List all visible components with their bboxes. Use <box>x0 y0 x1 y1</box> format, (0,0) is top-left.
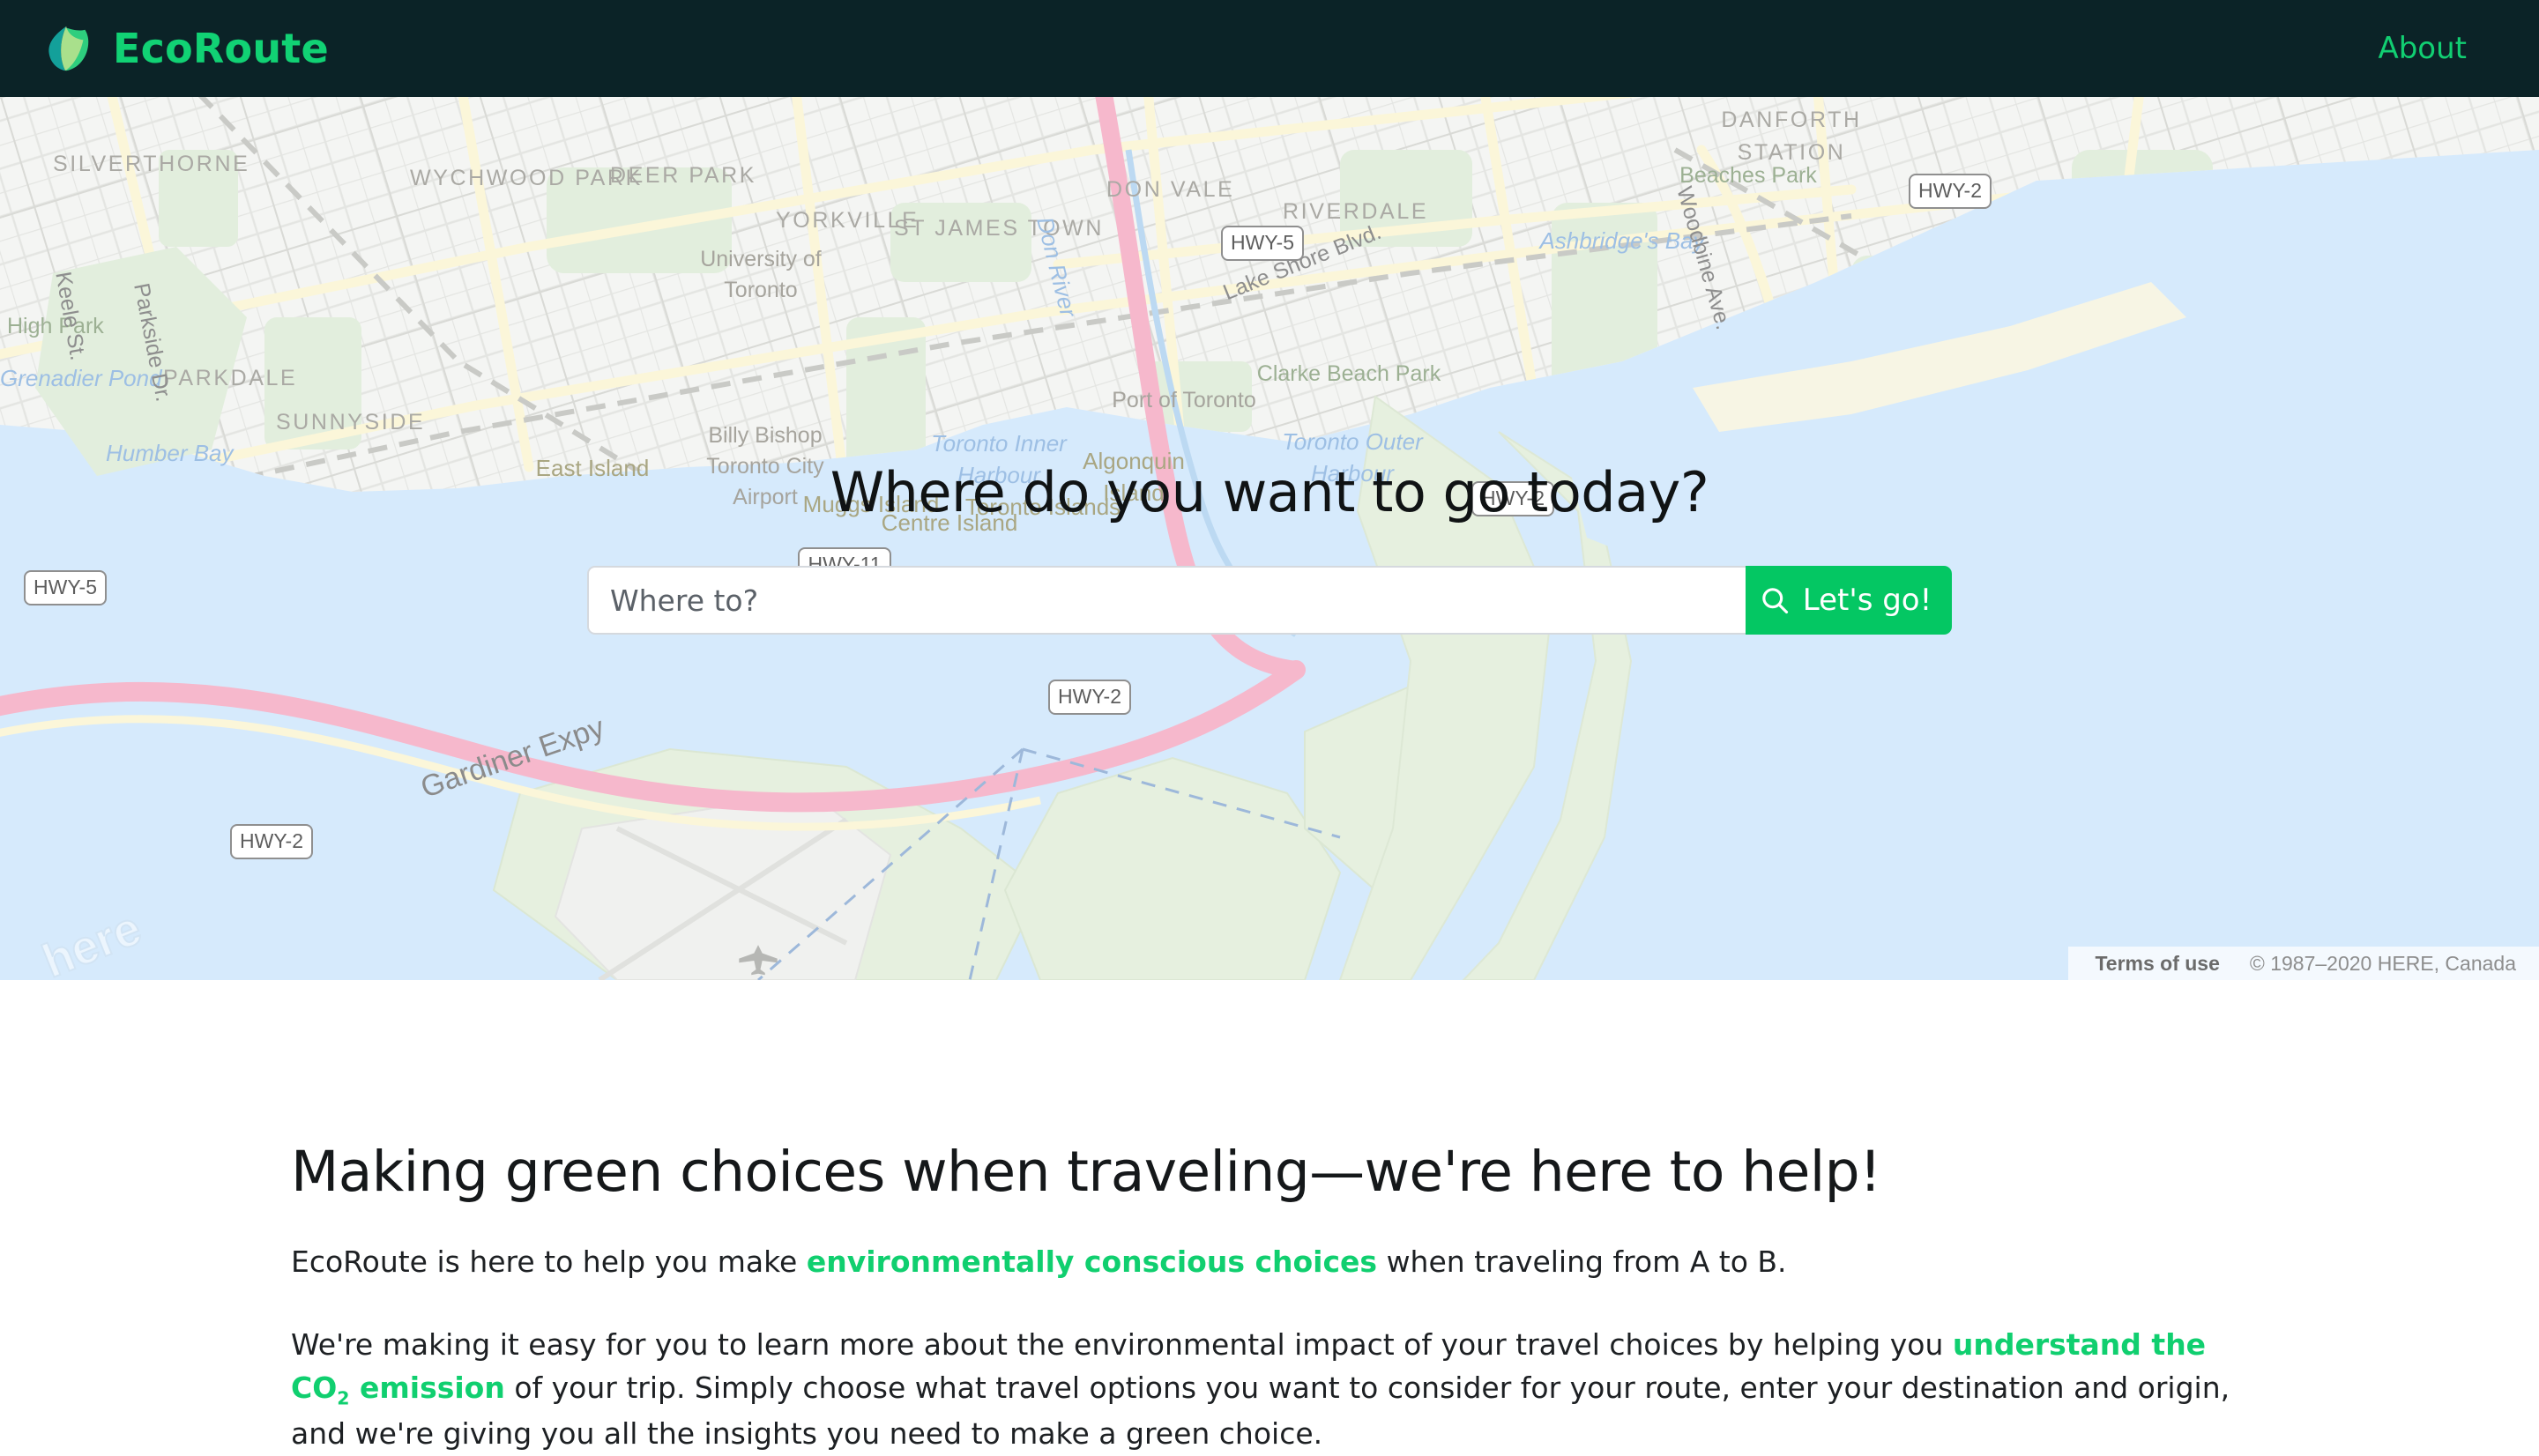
svg-text:Toronto Outer: Toronto Outer <box>1282 428 1424 455</box>
svg-text:Ashbridge's Bay: Ashbridge's Bay <box>1538 227 1706 254</box>
svg-text:Grenadier Pond: Grenadier Pond <box>0 365 163 391</box>
svg-text:HWY-2: HWY-2 <box>240 829 303 852</box>
intro-section: Making green choices when traveling—we'r… <box>0 980 2539 1451</box>
p2-after: of your trip. Simply choose what travel … <box>291 1371 2230 1452</box>
svg-text:Toronto Inner: Toronto Inner <box>931 430 1068 457</box>
eco-choices-link[interactable]: environmentally conscious choices <box>807 1244 1377 1279</box>
svg-text:HWY-5: HWY-5 <box>1231 231 1294 254</box>
svg-text:Airport: Airport <box>733 485 798 509</box>
site-header: EcoRoute About <box>0 0 2539 97</box>
lets-go-button[interactable]: Let's go! <box>1746 566 1952 635</box>
search-form: Let's go! <box>587 566 1952 635</box>
svg-text:Clarke Beach Park: Clarke Beach Park <box>1257 361 1441 386</box>
svg-text:HWY-2: HWY-2 <box>1058 685 1121 708</box>
intro-paragraph-1: EcoRoute is here to help you make enviro… <box>291 1240 2248 1284</box>
svg-text:DON VALE: DON VALE <box>1106 177 1234 202</box>
brand-name: EcoRoute <box>113 25 329 72</box>
map-copyright: © 1987–2020 HERE, Canada <box>2249 951 2516 975</box>
svg-text:DEER PARK: DEER PARK <box>610 163 756 188</box>
svg-text:Billy Bishop: Billy Bishop <box>708 423 822 448</box>
co2-link-suffix: emission <box>349 1371 505 1406</box>
svg-text:East Island: East Island <box>536 455 650 481</box>
leaf-icon <box>48 26 89 71</box>
svg-text:Algonquin: Algonquin <box>1083 448 1185 474</box>
svg-text:High Park: High Park <box>7 314 104 338</box>
brand-logo[interactable]: EcoRoute <box>41 21 329 76</box>
svg-text:SUNNYSIDE: SUNNYSIDE <box>276 410 425 435</box>
terms-of-use-link[interactable]: Terms of use <box>2095 952 2219 976</box>
p1-after: when traveling from A to B. <box>1377 1244 1787 1280</box>
search-icon <box>1762 588 1788 614</box>
map-canvas[interactable]: SILVERTHORNE WYCHWOOD PARK DEER PARK DON… <box>0 97 2539 980</box>
svg-text:Toronto City: Toronto City <box>706 454 824 479</box>
svg-text:Island: Island <box>1103 479 1164 506</box>
map-graphic: SILVERTHORNE WYCHWOOD PARK DEER PARK DON… <box>0 97 2539 980</box>
svg-text:PARKDALE: PARKDALE <box>163 366 297 390</box>
p2-before: We're making it easy for you to learn mo… <box>291 1326 1953 1362</box>
svg-text:Harbour: Harbour <box>1311 460 1395 487</box>
p1-before: EcoRoute is here to help you make <box>291 1244 807 1280</box>
section-heading: Making green choices when traveling—we'r… <box>291 1140 1881 1204</box>
svg-text:Humber Bay: Humber Bay <box>106 440 235 466</box>
svg-text:WYCHWOOD PARK: WYCHWOOD PARK <box>410 166 643 190</box>
svg-text:SILVERTHORNE: SILVERTHORNE <box>53 152 249 176</box>
svg-text:Beaches Park: Beaches Park <box>1679 163 1817 188</box>
main-nav: About <box>2378 31 2498 66</box>
svg-text:HWY-5: HWY-5 <box>34 576 97 598</box>
svg-text:DANFORTH: DANFORTH <box>1721 108 1861 132</box>
svg-text:ST JAMES TOWN: ST JAMES TOWN <box>894 216 1104 241</box>
svg-text:STATION: STATION <box>1738 140 1846 165</box>
svg-text:University of: University of <box>700 247 822 271</box>
svg-text:HWY-2: HWY-2 <box>1918 179 1982 202</box>
search-input[interactable] <box>587 566 1746 635</box>
svg-text:RIVERDALE: RIVERDALE <box>1283 199 1428 224</box>
svg-text:Harbour: Harbour <box>957 462 1041 488</box>
svg-text:Toronto: Toronto <box>724 278 797 302</box>
nav-link-about[interactable]: About <box>2378 31 2467 66</box>
intro-paragraph-2: We're making it easy for you to learn mo… <box>291 1323 2248 1456</box>
map-attribution: Terms of use © 1987–2020 HERE, Canada <box>2068 947 2539 980</box>
svg-text:Centre Island: Centre Island <box>882 509 1018 536</box>
lets-go-label: Let's go! <box>1802 583 1932 618</box>
svg-text:Port of Toronto: Port of Toronto <box>1112 388 1256 412</box>
svg-text:HWY-2: HWY-2 <box>1481 487 1545 509</box>
co2-subscript: 2 <box>337 1387 350 1409</box>
